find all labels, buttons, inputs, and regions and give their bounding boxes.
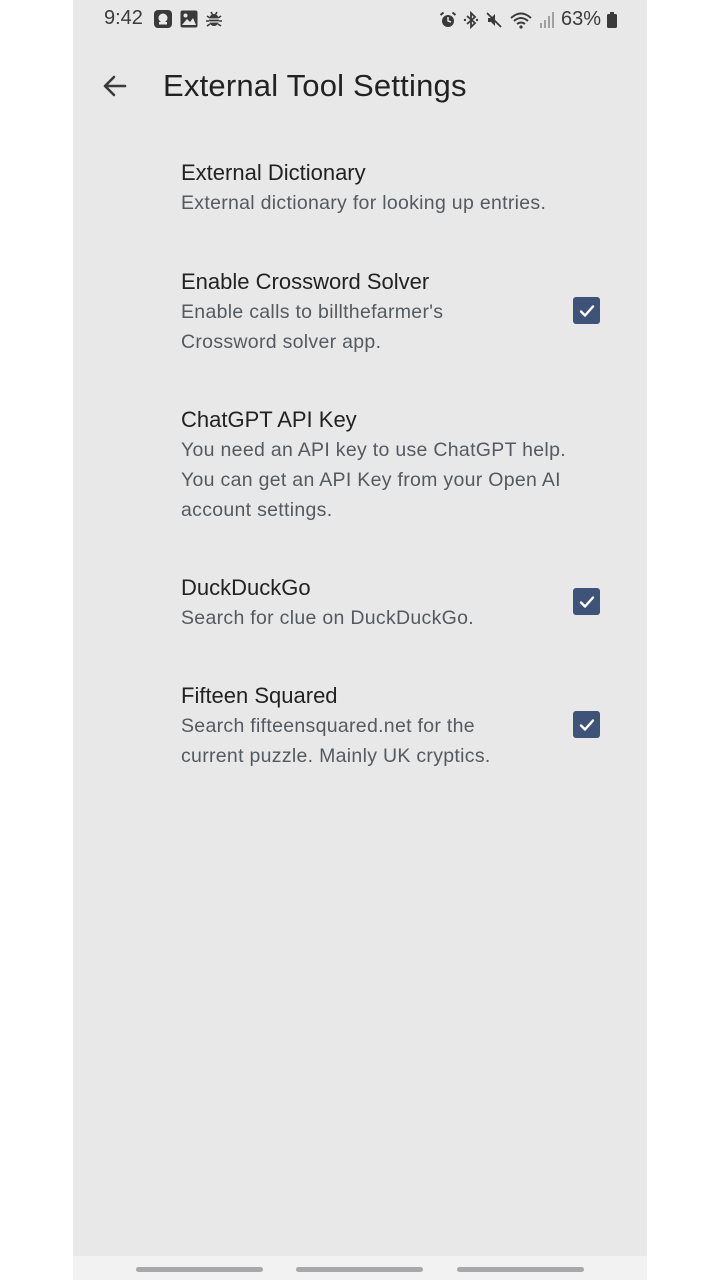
pref-fifteen-squared[interactable]: Fifteen Squared Search fifteensquared.ne… bbox=[181, 681, 621, 771]
pref-summary: External dictionary for looking up entri… bbox=[181, 192, 547, 214]
pref-chatgpt-api-key[interactable]: ChatGPT API Key You need an API key to u… bbox=[181, 405, 621, 525]
pref-summary: Enable calls to billthefarmer's Crosswor… bbox=[181, 301, 444, 353]
pref-summary: Search for clue on DuckDuckGo. bbox=[181, 607, 474, 629]
pref-external-dictionary[interactable]: External Dictionary External dictionary … bbox=[181, 158, 621, 218]
image-icon bbox=[179, 9, 199, 29]
check-icon bbox=[578, 716, 596, 734]
app-screen: 9:42 63% External Tool Settings External… bbox=[73, 0, 647, 1280]
crossword-solver-checkbox[interactable] bbox=[573, 297, 600, 324]
battery-percentage: 63% bbox=[560, 8, 601, 30]
pref-title: ChatGPT API Key bbox=[181, 407, 357, 432]
bluetooth-icon bbox=[463, 10, 479, 29]
messenger-icon bbox=[153, 9, 173, 29]
nav-handle-right[interactable] bbox=[457, 1267, 584, 1272]
pref-crossword-solver[interactable]: Enable Crossword Solver Enable calls to … bbox=[181, 267, 621, 357]
check-icon bbox=[578, 302, 596, 320]
pref-title: DuckDuckGo bbox=[181, 575, 311, 600]
status-bar: 9:42 63% bbox=[73, 0, 647, 38]
wifi-icon bbox=[509, 11, 533, 29]
notification-icons bbox=[153, 9, 223, 29]
back-button[interactable] bbox=[95, 66, 135, 106]
pref-duckduckgo[interactable]: DuckDuckGo Search for clue on DuckDuckGo… bbox=[181, 573, 621, 633]
pref-title: External Dictionary bbox=[181, 160, 366, 185]
system-icons: 63% bbox=[439, 8, 617, 31]
nav-handle-center[interactable] bbox=[296, 1267, 423, 1272]
battery-icon bbox=[607, 11, 617, 28]
nav-handle-left[interactable] bbox=[136, 1267, 263, 1272]
pref-title: Enable Crossword Solver bbox=[181, 269, 430, 294]
signal-icon bbox=[539, 11, 555, 29]
page-title: External Tool Settings bbox=[163, 68, 467, 103]
fifteen-squared-checkbox[interactable] bbox=[573, 711, 600, 738]
arrow-back-icon bbox=[101, 72, 129, 100]
pref-summary: Search fifteensquared.net for the curren… bbox=[181, 715, 491, 767]
bug-icon bbox=[205, 10, 223, 28]
duckduckgo-checkbox[interactable] bbox=[573, 588, 600, 615]
pref-title: Fifteen Squared bbox=[181, 683, 338, 708]
pref-summary: You need an API key to use ChatGPT help.… bbox=[181, 439, 566, 521]
navigation-bar bbox=[73, 1256, 647, 1280]
check-icon bbox=[578, 593, 596, 611]
app-toolbar: External Tool Settings bbox=[73, 50, 647, 124]
mute-icon bbox=[485, 11, 503, 29]
status-time: 9:42 bbox=[104, 7, 143, 29]
alarm-icon bbox=[439, 11, 457, 29]
